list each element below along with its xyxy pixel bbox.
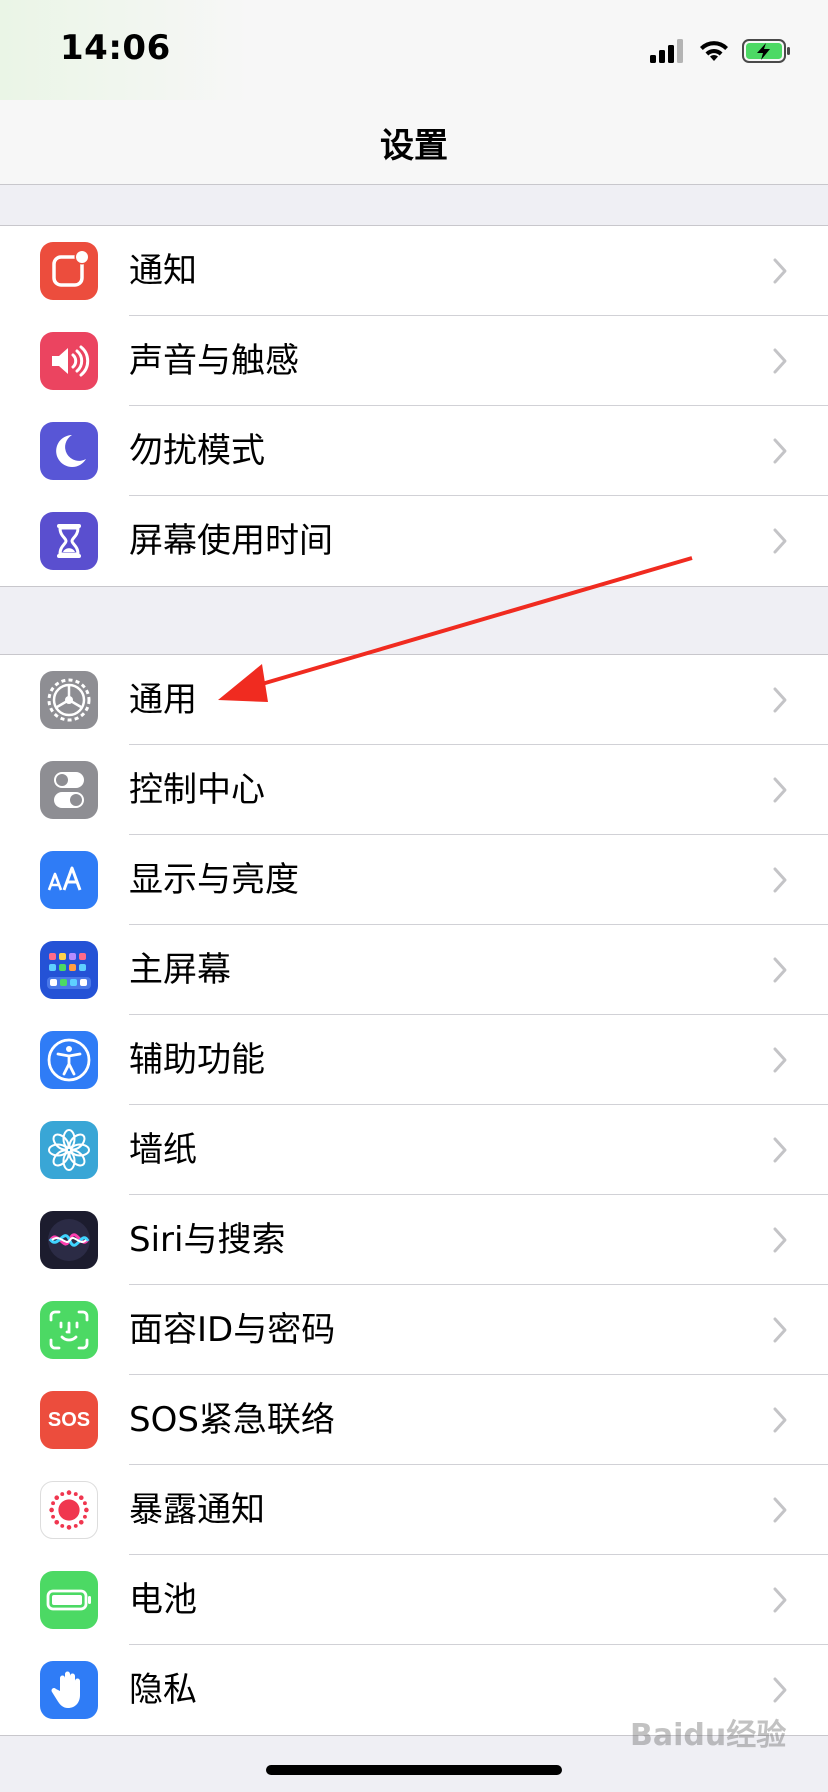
settings-row-label: 辅助功能 bbox=[129, 1040, 265, 1080]
exposure-icon bbox=[40, 1481, 98, 1539]
settings-row-do-not-disturb[interactable]: 勿扰模式 bbox=[0, 406, 828, 496]
chevron-right-icon bbox=[773, 1497, 787, 1523]
control-center-icon bbox=[40, 761, 98, 819]
chevron-right-icon bbox=[773, 1047, 787, 1073]
status-icons bbox=[650, 34, 792, 68]
settings-row-home-screen[interactable]: 主屏幕 bbox=[0, 925, 828, 1015]
wallpaper-icon bbox=[40, 1121, 98, 1179]
home-indicator[interactable] bbox=[266, 1765, 562, 1775]
page-title: 设置 bbox=[380, 126, 448, 166]
chevron-right-icon bbox=[773, 1677, 787, 1703]
settings-row-label: Siri与搜索 bbox=[129, 1220, 286, 1260]
sound-icon bbox=[40, 332, 98, 390]
chevron-right-icon bbox=[773, 867, 787, 893]
sos-icon: SOS bbox=[40, 1391, 98, 1449]
chevron-right-icon bbox=[773, 1407, 787, 1433]
settings-row-label: 面容ID与密码 bbox=[129, 1310, 336, 1350]
gear-icon bbox=[40, 671, 98, 729]
settings-row-siri[interactable]: Siri与搜索 bbox=[0, 1195, 828, 1285]
settings-row-label: 电池 bbox=[129, 1580, 197, 1620]
settings-row-sounds[interactable]: 声音与触感 bbox=[0, 316, 828, 406]
settings-row-label: 控制中心 bbox=[129, 770, 265, 810]
chevron-right-icon bbox=[773, 438, 787, 464]
face-id-icon bbox=[40, 1301, 98, 1359]
moon-icon bbox=[40, 422, 98, 480]
display-icon bbox=[40, 851, 98, 909]
chevron-right-icon bbox=[773, 1587, 787, 1613]
settings-row-control-center[interactable]: 控制中心 bbox=[0, 745, 828, 835]
settings-row-wallpaper[interactable]: 墙纸 bbox=[0, 1105, 828, 1195]
settings-row-exposure-notifications[interactable]: 暴露通知 bbox=[0, 1465, 828, 1555]
settings-row-label: 声音与触感 bbox=[129, 341, 299, 381]
settings-row-label: 显示与亮度 bbox=[129, 860, 299, 900]
wifi-icon bbox=[700, 41, 728, 61]
settings-row-label: 隐私 bbox=[129, 1670, 197, 1710]
home-screen-icon bbox=[40, 941, 98, 999]
chevron-right-icon bbox=[773, 1137, 787, 1163]
siri-icon bbox=[40, 1211, 98, 1269]
sos-icon-text: SOS bbox=[47, 1408, 91, 1431]
settings-row-emergency-sos[interactable]: SOS SOS紧急联络 bbox=[0, 1375, 828, 1465]
settings-row-label: 通知 bbox=[129, 251, 197, 291]
watermark: Baidu经验 bbox=[630, 1718, 787, 1753]
chevron-right-icon bbox=[773, 1317, 787, 1343]
chevron-right-icon bbox=[773, 957, 787, 983]
status-bar: 14:06 bbox=[0, 0, 828, 100]
battery-icon bbox=[40, 1571, 98, 1629]
settings-row-notifications[interactable]: 通知 bbox=[0, 226, 828, 316]
chevron-right-icon bbox=[773, 348, 787, 374]
hourglass-icon bbox=[40, 512, 98, 570]
cellular-signal-icon bbox=[650, 39, 683, 63]
notifications-icon bbox=[40, 242, 98, 300]
settings-row-label: 通用 bbox=[129, 680, 197, 720]
settings-group-2: 通用 控制中心 显示与亮度 主屏幕 辅助功能 墙纸 Siri与搜索 面容ID与密… bbox=[0, 654, 828, 1736]
navigation-bar: 设置 bbox=[0, 100, 828, 185]
settings-row-label: 主屏幕 bbox=[129, 950, 231, 990]
hand-icon bbox=[40, 1661, 98, 1719]
settings-row-label: 暴露通知 bbox=[129, 1490, 265, 1530]
settings-row-display[interactable]: 显示与亮度 bbox=[0, 835, 828, 925]
settings-row-screen-time[interactable]: 屏幕使用时间 bbox=[0, 496, 828, 586]
settings-row-face-id[interactable]: 面容ID与密码 bbox=[0, 1285, 828, 1375]
settings-row-battery[interactable]: 电池 bbox=[0, 1555, 828, 1645]
settings-row-label: 屏幕使用时间 bbox=[129, 521, 333, 561]
accessibility-icon bbox=[40, 1031, 98, 1089]
chevron-right-icon bbox=[773, 528, 787, 554]
settings-row-label: 墙纸 bbox=[129, 1130, 197, 1170]
settings-row-label: 勿扰模式 bbox=[129, 431, 265, 471]
settings-row-accessibility[interactable]: 辅助功能 bbox=[0, 1015, 828, 1105]
settings-group-1: 通知 声音与触感 勿扰模式 屏幕使用时间 bbox=[0, 225, 828, 587]
chevron-right-icon bbox=[773, 258, 787, 284]
status-time: 14:06 bbox=[60, 28, 171, 68]
settings-row-label: SOS紧急联络 bbox=[129, 1400, 335, 1440]
battery-charging-icon bbox=[742, 39, 790, 63]
chevron-right-icon bbox=[773, 777, 787, 803]
settings-row-general[interactable]: 通用 bbox=[0, 655, 828, 745]
chevron-right-icon bbox=[773, 687, 787, 713]
chevron-right-icon bbox=[773, 1227, 787, 1253]
